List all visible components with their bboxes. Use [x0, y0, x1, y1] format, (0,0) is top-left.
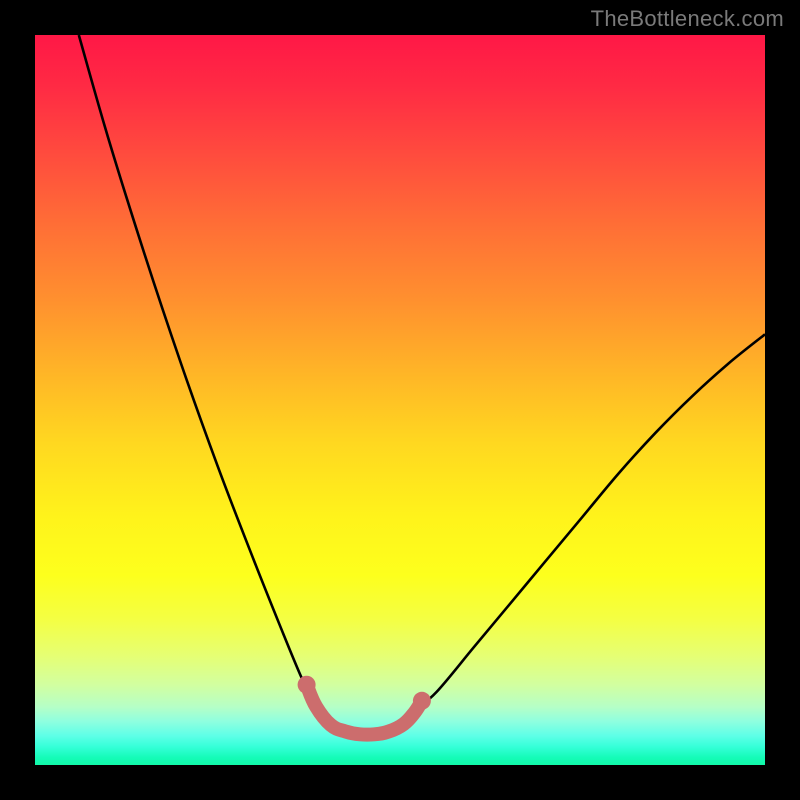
watermark-text: TheBottleneck.com [591, 6, 784, 32]
min-region-segment [307, 685, 422, 735]
min-region-start-dot [298, 676, 316, 694]
chart-frame: TheBottleneck.com [0, 0, 800, 800]
chart-svg [35, 35, 765, 765]
plot-area [35, 35, 765, 765]
min-region-end-dot [413, 692, 431, 710]
bottleneck-curve [79, 35, 765, 736]
